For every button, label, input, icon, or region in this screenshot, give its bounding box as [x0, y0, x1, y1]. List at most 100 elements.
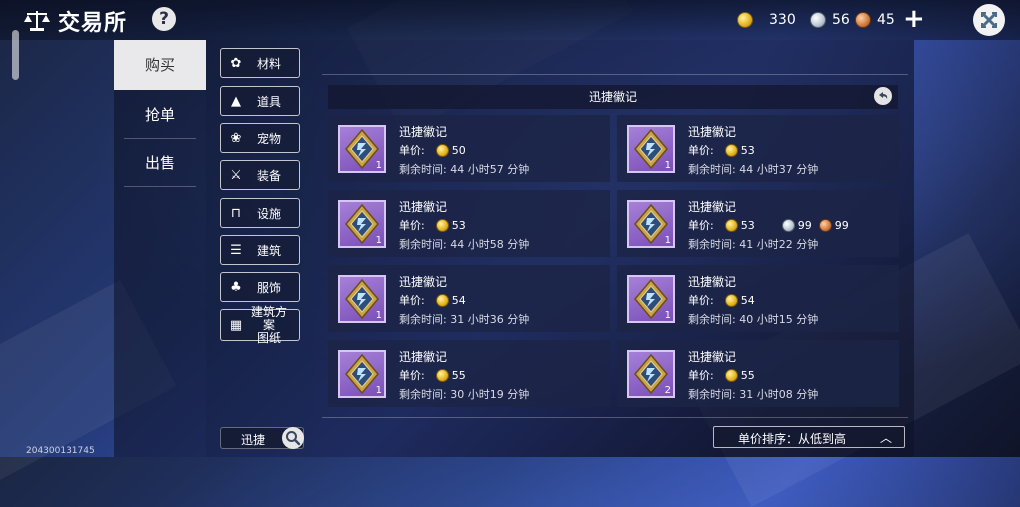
item-name: 迅捷徽记 [688, 275, 737, 289]
close-button[interactable] [973, 4, 1005, 36]
listing-card[interactable]: 1 迅捷徽记 单价: 54 剩余时间: 31 小时36 分钟 [328, 265, 610, 332]
add-currency-button[interactable]: + [903, 6, 925, 32]
tab-divider [124, 186, 196, 187]
listing-title: 迅捷徽记 [588, 90, 637, 104]
price-gold: 55 [740, 368, 755, 382]
swift-badge-icon: 1 [627, 275, 675, 323]
price-gold: 54 [740, 293, 755, 307]
tab-buy[interactable]: 购买 [114, 40, 206, 90]
item-quantity: 1 [375, 160, 382, 171]
category-list: ✿ 材料 ▲ 道具 ❀ 宠物 ⚔ 装备 ⊓ 设施 ☰ 建筑 ♣ 服饰 ▦ 建筑方… [206, 40, 314, 457]
listing-card[interactable]: 2 迅捷徽记 单价: 55 剩余时间: 31 小时08 分钟 [617, 340, 899, 407]
bronze-amount: 45 [877, 12, 895, 28]
category-blueprint[interactable]: ▦ 建筑方案 图纸 [220, 305, 300, 344]
bronze-coin-icon [818, 218, 832, 232]
item-name: 迅捷徽记 [399, 350, 448, 364]
item-name: 迅捷徽记 [399, 125, 448, 139]
search-box[interactable]: 迅捷 [220, 427, 304, 449]
category-equipment[interactable]: ⚔ 装备 [220, 160, 300, 190]
price-gold: 54 [451, 293, 466, 307]
facility-icon: ⊓ [230, 205, 242, 221]
divider [322, 417, 908, 418]
listing-header: 迅捷徽记 [328, 85, 898, 109]
item-price: 单价: 53 [688, 142, 755, 158]
search-icon [286, 431, 301, 446]
sort-label: 单价排序：从低到高 [738, 432, 847, 446]
price-gold: 50 [451, 143, 466, 157]
user-id: 204300131745 [26, 446, 95, 456]
item-quantity: 1 [664, 160, 671, 171]
item-quantity: 1 [375, 385, 382, 396]
mode-tabs: 购买 抢单 出售 [114, 40, 206, 457]
swift-badge-icon: 1 [338, 350, 386, 398]
tab-grab-order[interactable]: 抢单 [114, 90, 206, 140]
tab-sell[interactable]: 出售 [114, 138, 206, 188]
item-quantity: 1 [375, 310, 382, 321]
category-prop[interactable]: ▲ 道具 [220, 86, 300, 116]
gold-coin-icon [737, 12, 753, 28]
price-label: 单价: [399, 144, 425, 157]
remaining-time: 剩余时间: 30 小时19 分钟 [399, 388, 530, 401]
prop-icon: ▲ [231, 93, 241, 109]
sort-dropdown[interactable]: 单价排序：从低到高 ︿ [713, 426, 905, 448]
gold-coin-icon [724, 293, 738, 307]
silver-coin-icon [781, 218, 795, 232]
category-pet[interactable]: ❀ 宠物 [220, 123, 300, 153]
remaining-time: 剩余时间: 31 小时08 分钟 [688, 388, 819, 401]
equipment-icon: ⚔ [230, 167, 242, 183]
remaining-time: 剩余时间: 44 小时57 分钟 [399, 163, 530, 176]
price-label: 单价: [399, 369, 425, 382]
material-icon: ✿ [230, 55, 242, 71]
page-title: 交易所 [58, 11, 128, 36]
gold-balance: 330 [737, 10, 796, 30]
pet-paw-icon: ❀ [230, 130, 242, 146]
return-arrow-icon [879, 92, 888, 99]
swift-badge-icon: 1 [627, 200, 675, 248]
gold-coin-icon [435, 293, 449, 307]
price-gold: 53 [740, 218, 755, 232]
scale-icon [24, 11, 50, 31]
item-price: 单价: 50 [399, 142, 466, 158]
price-label: 单价: [688, 219, 714, 232]
listing-card[interactable]: 1 迅捷徽记单价: 55 剩余时间: 30 小时19 分钟 [328, 340, 610, 407]
back-button[interactable] [874, 87, 892, 105]
category-building[interactable]: ☰ 建筑 [220, 235, 300, 265]
item-price: 单价: 53 99 99 [688, 217, 849, 233]
category-clothing[interactable]: ♣ 服饰 [220, 272, 300, 302]
listing-card[interactable]: 1 迅捷徽记 单价: 53 剩余时间: 44 小时58 分钟 [328, 190, 610, 257]
divider [322, 74, 908, 75]
item-price: 单价: 55 [688, 367, 755, 383]
chevron-up-icon: ︿ [880, 431, 893, 445]
item-name: 迅捷徽记 [688, 200, 737, 214]
side-scrollbar[interactable] [12, 30, 19, 80]
bronze-coin-icon [855, 12, 871, 28]
listing-card[interactable]: 1 迅捷徽记 单价: 53 剩余时间: 44 小时37 分钟 [617, 115, 899, 182]
item-quantity: 1 [664, 235, 671, 246]
blueprint-icon: ▦ [229, 317, 243, 333]
price-bronze: 99 [834, 218, 849, 232]
help-button[interactable]: ? [152, 7, 176, 31]
category-material[interactable]: ✿ 材料 [220, 48, 300, 78]
search-input[interactable]: 迅捷 [241, 431, 265, 448]
listing-card[interactable]: 1 迅捷徽记单价: 53 99 99 剩余时间: 41 小时22 分钟 [617, 190, 899, 257]
search-button[interactable] [282, 427, 304, 449]
listing-card[interactable]: 1 迅捷徽记 单价: 54 剩余时间: 40 小时15 分钟 [617, 265, 899, 332]
remaining-time: 剩余时间: 41 小时22 分钟 [688, 238, 819, 251]
silver-coin-icon [810, 12, 826, 28]
item-quantity: 2 [664, 385, 671, 396]
price-label: 单价: [688, 369, 714, 382]
swift-badge-icon: 1 [338, 200, 386, 248]
item-price: 单价: 55 [399, 367, 466, 383]
listing-card[interactable]: 1 迅捷徽记单价: 50 剩余时间: 44 小时57 分钟 [328, 115, 610, 182]
swift-badge-icon: 1 [338, 125, 386, 173]
item-name: 迅捷徽记 [688, 125, 737, 139]
item-name: 迅捷徽记 [399, 275, 448, 289]
swift-badge-icon: 2 [627, 350, 675, 398]
price-silver: 99 [797, 218, 812, 232]
price-gold: 53 [451, 218, 466, 232]
remaining-time: 剩余时间: 40 小时15 分钟 [688, 313, 819, 326]
clothing-icon: ♣ [230, 279, 242, 295]
category-facility[interactable]: ⊓ 设施 [220, 198, 300, 228]
close-icon [981, 12, 997, 28]
remaining-time: 剩余时间: 31 小时36 分钟 [399, 313, 530, 326]
